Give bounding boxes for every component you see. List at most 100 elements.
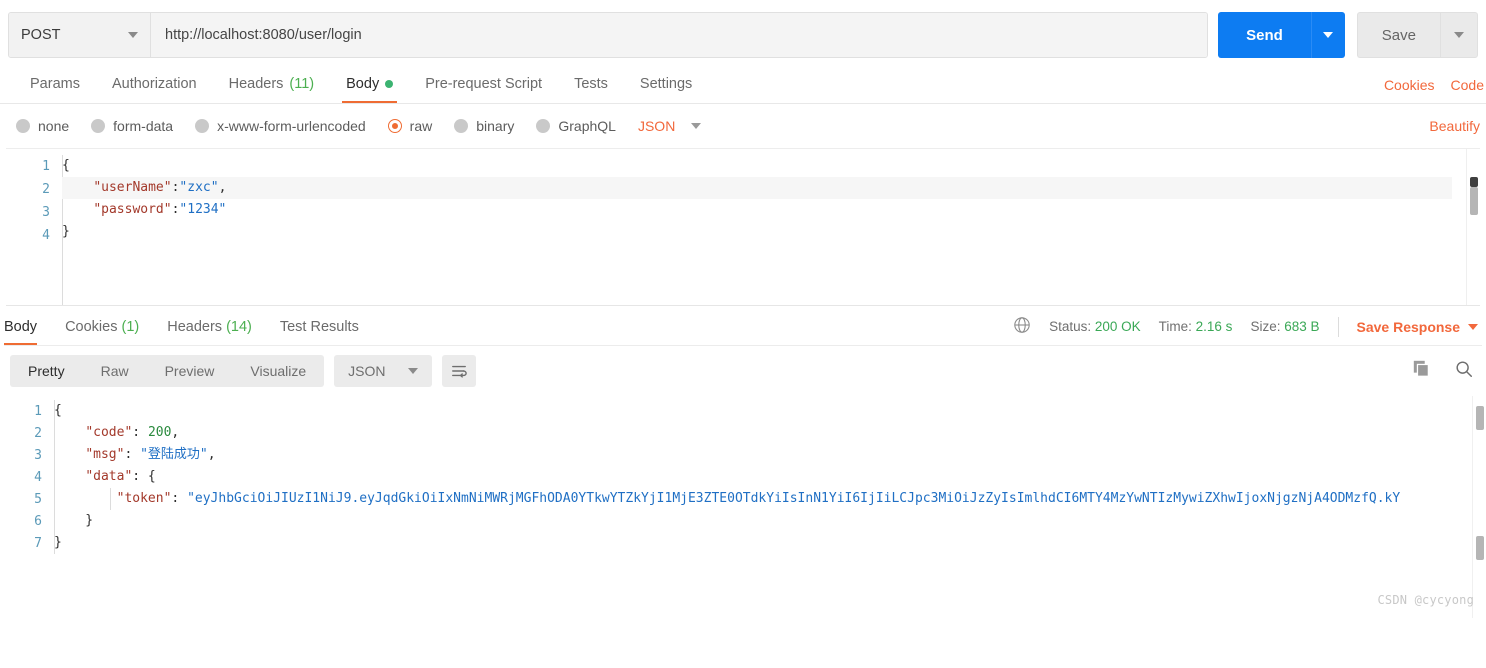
scrollbar-thumb[interactable] [1470, 187, 1478, 215]
view-mode-visualize[interactable]: Visualize [232, 355, 324, 387]
response-tab-headers[interactable]: Headers (14) [167, 319, 266, 345]
request-url-bar: POST Send Save [0, 0, 1486, 62]
response-format-select[interactable]: JSON [334, 355, 432, 387]
search-icon[interactable] [1454, 359, 1474, 384]
code-token: , [171, 425, 180, 440]
view-mode-pretty[interactable]: Pretty [10, 355, 83, 387]
code-link[interactable]: Code [1451, 77, 1484, 93]
code-token: , [207, 447, 216, 462]
view-mode-raw[interactable]: Raw [83, 355, 147, 387]
status-label: Status: [1049, 319, 1092, 334]
url-input[interactable] [151, 13, 1208, 57]
send-options-button[interactable] [1310, 12, 1345, 58]
response-scrollbar[interactable] [1472, 396, 1486, 618]
code-line: "data": { [54, 466, 1470, 488]
line-number: 1 [42, 159, 50, 174]
tab-params[interactable]: Params [14, 76, 96, 103]
radio-icon [536, 119, 551, 133]
code-token: "data" [85, 469, 133, 484]
copy-icon[interactable] [1412, 359, 1432, 384]
code-token: "1234" [179, 202, 227, 217]
http-method-select[interactable]: POST [9, 13, 151, 57]
line-number: 4 [34, 470, 42, 485]
code-token: { [62, 158, 70, 173]
response-body-viewer[interactable]: 1 2 3 4 5 6 7 { "code": 200, "msg": "登陆成… [0, 396, 1486, 618]
size-group: Size: 683 B [1250, 319, 1319, 334]
radio-selected-icon [387, 119, 402, 133]
line-number: 3 [34, 448, 42, 463]
body-type-binary[interactable]: binary [454, 118, 514, 134]
tab-label: Body [346, 76, 380, 92]
code-token: "eyJhbGciOiJIUzI1NiJ9.eyJqdGkiOiIxNmNiMW… [187, 491, 1401, 506]
send-button[interactable]: Send [1218, 12, 1311, 58]
save-button-group: Save [1356, 12, 1478, 58]
body-type-label: x-www-form-urlencoded [217, 118, 366, 134]
request-line-numbers: 1 2 3 4 [6, 155, 62, 247]
tab-count: (14) [226, 319, 252, 335]
body-type-row: none form-data x-www-form-urlencoded raw… [0, 104, 1486, 148]
body-type-label: none [38, 118, 70, 134]
tab-settings[interactable]: Settings [624, 76, 708, 103]
body-type-raw[interactable]: raw [387, 118, 433, 134]
view-mode-preview[interactable]: Preview [147, 355, 233, 387]
code-line: } [54, 510, 1470, 532]
code-line: { [62, 155, 1452, 177]
wrap-lines-button[interactable] [441, 355, 476, 387]
scrollbar-thumb-upper[interactable] [1476, 406, 1484, 430]
body-type-graphql[interactable]: GraphQL [536, 118, 616, 134]
scrollbar-thumb-top[interactable] [1470, 177, 1478, 187]
status-group: Status: 200 OK [1049, 319, 1141, 334]
tab-body[interactable]: Body [330, 76, 409, 103]
save-button[interactable]: Save [1356, 12, 1440, 58]
body-present-indicator-icon [385, 80, 394, 88]
scrollbar-thumb-lower[interactable] [1476, 536, 1484, 560]
line-number: 1 [34, 404, 42, 419]
body-type-label: raw [409, 118, 433, 134]
code-token: "msg" [85, 447, 125, 462]
save-response-button[interactable]: Save Response [1357, 319, 1478, 335]
code-line: } [54, 532, 1470, 554]
body-type-label: form-data [113, 118, 174, 134]
code-line: "userName":"zxc", [62, 177, 1452, 199]
beautify-button[interactable]: Beautify [1429, 118, 1480, 134]
chevron-down-icon [1454, 32, 1464, 38]
send-button-group: Send [1218, 12, 1345, 58]
tab-label: Headers [228, 76, 284, 92]
code-token: "token" [116, 491, 172, 506]
tab-authorization[interactable]: Authorization [96, 76, 213, 103]
body-type-urlencoded[interactable]: x-www-form-urlencoded [195, 118, 366, 134]
tab-label: Headers [167, 319, 223, 335]
body-type-form-data[interactable]: form-data [91, 118, 173, 134]
request-body-editor[interactable]: 1 2 3 4 { "userName":"zxc", "password":"… [6, 148, 1480, 306]
response-tab-cookies[interactable]: Cookies (1) [65, 319, 153, 345]
chevron-down-icon [1323, 32, 1334, 38]
line-number: 2 [34, 426, 42, 441]
save-options-button[interactable] [1440, 12, 1478, 58]
raw-format-select[interactable]: JSON [637, 118, 702, 134]
body-type-none[interactable]: none [16, 118, 69, 134]
cookies-link[interactable]: Cookies [1384, 77, 1435, 93]
tab-label: Params [30, 76, 80, 92]
tab-headers[interactable]: Headers (11) [213, 76, 331, 103]
response-tab-body[interactable]: Body [4, 319, 51, 345]
code-token: "zxc" [179, 180, 219, 195]
request-editor-scrollbar[interactable] [1466, 149, 1480, 305]
response-view-modes: Pretty Raw Preview Visualize [10, 355, 325, 387]
tab-pre-request-script[interactable]: Pre-request Script [409, 76, 558, 103]
code-line: "password":"1234" [62, 199, 1452, 221]
line-number: 5 [34, 492, 42, 507]
status-value: 200 OK [1094, 319, 1141, 334]
response-code-lines[interactable]: { "code": 200, "msg": "登陆成功", "data": { … [54, 400, 1470, 554]
line-number: 3 [42, 205, 50, 220]
tab-tests[interactable]: Tests [558, 76, 624, 103]
raw-format-label: JSON [637, 118, 676, 134]
code-token: "登陆成功" [140, 447, 208, 462]
globe-icon[interactable] [1013, 316, 1031, 337]
response-tab-test-results[interactable]: Test Results [280, 319, 373, 345]
code-line: { [54, 400, 1470, 422]
request-code-lines[interactable]: { "userName":"zxc", "password":"1234"} [62, 155, 1452, 243]
code-line: "msg": "登陆成功", [54, 444, 1470, 466]
